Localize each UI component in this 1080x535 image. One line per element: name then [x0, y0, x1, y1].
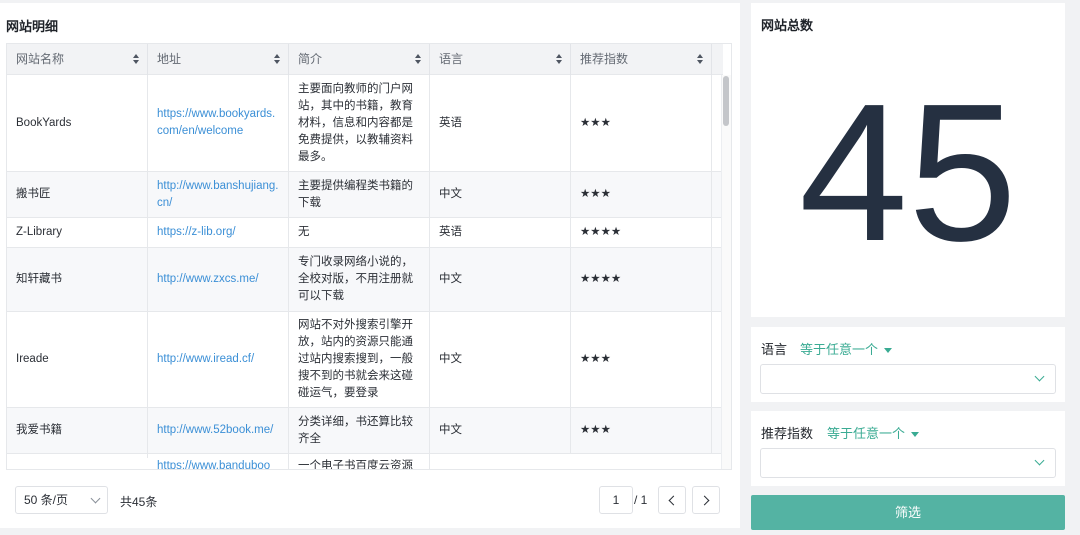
column-header-desc[interactable]: 简介	[289, 44, 430, 75]
table-row: 知轩藏书 http://www.zxcs.me/ 专门收录网络小说的，全校对版，…	[7, 248, 723, 312]
cell-url-link[interactable]: https://www.banduboo	[148, 454, 289, 469]
language-filter-operator[interactable]: 等于任意一个	[800, 339, 893, 358]
column-header-url[interactable]: 地址	[148, 44, 289, 75]
table-scrollbar-thumb[interactable]	[723, 76, 729, 126]
cell-desc: 网站不对外搜索引擎开放，站内的资源只能通过站内搜索搜到，一般搜不到的书就会来这碰…	[289, 312, 430, 407]
table-row: Z-Library https://z-lib.org/ 无 英语 ★★★★	[7, 218, 723, 248]
caret-down-icon	[884, 348, 893, 354]
cell-name: Ireade	[7, 312, 148, 407]
cell-desc: 分类详细，书还算比较齐全	[289, 408, 430, 453]
table-row: BookYards https://www.bookyards.com/en/w…	[7, 75, 723, 172]
page-size-label: 50 条/页	[24, 493, 69, 507]
chevron-down-icon	[90, 493, 101, 504]
page-count: / 1	[634, 493, 648, 507]
column-label: 语言	[439, 52, 464, 66]
next-page-button[interactable]	[692, 486, 720, 514]
header-spacer	[712, 44, 723, 75]
table-row: 我爱书籍 http://www.52book.me/ 分类详细，书还算比较齐全 …	[7, 408, 723, 454]
cell-desc: 无	[289, 218, 430, 247]
cell-language: 英语	[430, 218, 571, 247]
table-row: Ireade http://www.iread.cf/ 网站不对外搜索引擎开放，…	[7, 312, 723, 408]
sort-icon[interactable]	[133, 54, 139, 65]
total-count: 共45条	[120, 495, 158, 509]
site-total-card: 网站总数 45	[751, 3, 1065, 317]
cell-url-link[interactable]: https://www.bookyards.com/en/welcome	[148, 75, 289, 171]
cell-stars: ★★★	[571, 408, 712, 453]
table-row: 搬书匠 http://www.banshujiang.cn/ 主要提供编程类书籍…	[7, 172, 723, 218]
score-filter-operator[interactable]: 等于任意一个	[827, 423, 920, 442]
chevron-right-icon	[699, 495, 710, 506]
page-number-input[interactable]: 1	[599, 486, 633, 514]
chevron-down-icon	[1034, 455, 1045, 466]
cell-desc: 专门收录网络小说的，全校对版，不用注册就可以下载	[289, 248, 430, 311]
cell-url-link[interactable]: http://www.52book.me/	[148, 408, 289, 453]
total-title: 网站总数	[761, 18, 814, 33]
filter-button[interactable]: 筛选	[751, 495, 1065, 530]
prev-page-button[interactable]	[658, 486, 686, 514]
caret-down-icon	[911, 432, 920, 438]
page-size-select[interactable]: 50 条/页	[15, 486, 108, 514]
table-header: 网站名称 地址 简介 语言 推荐指数	[7, 44, 723, 75]
operator-label: 等于任意一个	[827, 426, 906, 441]
detail-title: 网站明细	[6, 19, 59, 34]
sort-icon[interactable]	[415, 54, 421, 65]
cell-url-link[interactable]: https://z-lib.org/	[148, 218, 289, 247]
sort-icon[interactable]	[697, 54, 703, 65]
cell-stars: ★★★★	[571, 248, 712, 311]
cell-language: 中文	[430, 172, 571, 217]
cell-language: 中文	[430, 248, 571, 311]
cell-name: BookYards	[7, 75, 148, 171]
language-filter-label: 语言	[761, 342, 788, 357]
column-header-language[interactable]: 语言	[430, 44, 571, 75]
cell-name	[7, 454, 148, 458]
column-label: 推荐指数	[580, 52, 629, 66]
language-filter-select[interactable]	[760, 364, 1056, 394]
chevron-left-icon	[668, 495, 679, 506]
column-label: 地址	[157, 52, 182, 66]
cell-url-link[interactable]: http://www.iread.cf/	[148, 312, 289, 407]
site-detail-panel: 网站明细 网站名称 地址 简介 语言 推荐指数 BookYards https:…	[0, 3, 740, 528]
cell-language: 英语	[430, 75, 571, 171]
pagination: 50 条/页 共45条 1 / 1	[6, 480, 732, 520]
column-header-score[interactable]: 推荐指数	[571, 44, 712, 75]
cell-desc: 一个电子书百度云资源	[289, 454, 430, 469]
chevron-down-icon	[1034, 371, 1045, 382]
total-number: 45	[798, 63, 1017, 282]
cell-desc: 主要面向教师的门户网站，其中的书籍，教育材料，信息和内容都是免费提供，以教辅资料…	[289, 75, 430, 171]
cell-stars: ★★★	[571, 312, 712, 407]
cell-stars: ★★★	[571, 75, 712, 171]
column-label: 简介	[298, 52, 323, 66]
table-body: BookYards https://www.bookyards.com/en/w…	[7, 75, 723, 469]
site-table: 网站名称 地址 简介 语言 推荐指数 BookYards https://www…	[6, 43, 732, 470]
table-scrollbar[interactable]	[721, 75, 731, 469]
score-filter-label: 推荐指数	[761, 426, 814, 441]
column-header-name[interactable]: 网站名称	[7, 44, 148, 75]
operator-label: 等于任意一个	[800, 342, 879, 357]
cell-name: 我爱书籍	[7, 408, 148, 453]
table-row: https://www.banduboo 一个电子书百度云资源	[7, 454, 723, 469]
cell-name: 知轩藏书	[7, 248, 148, 311]
cell-url-link[interactable]: http://www.zxcs.me/	[148, 248, 289, 311]
cell-name: Z-Library	[7, 218, 148, 247]
cell-stars: ★★★★	[571, 218, 712, 247]
score-filter: 推荐指数 等于任意一个	[751, 411, 1065, 486]
cell-url-link[interactable]: http://www.banshujiang.cn/	[148, 172, 289, 217]
cell-language: 中文	[430, 408, 571, 453]
sort-icon[interactable]	[274, 54, 280, 65]
cell-language: 中文	[430, 312, 571, 407]
cell-stars: ★★★	[571, 172, 712, 217]
column-label: 网站名称	[16, 52, 65, 66]
sort-icon[interactable]	[556, 54, 562, 65]
cell-desc: 主要提供编程类书籍的下载	[289, 172, 430, 217]
score-filter-select[interactable]	[760, 448, 1056, 478]
language-filter: 语言 等于任意一个	[751, 327, 1065, 402]
cell-name: 搬书匠	[7, 172, 148, 217]
